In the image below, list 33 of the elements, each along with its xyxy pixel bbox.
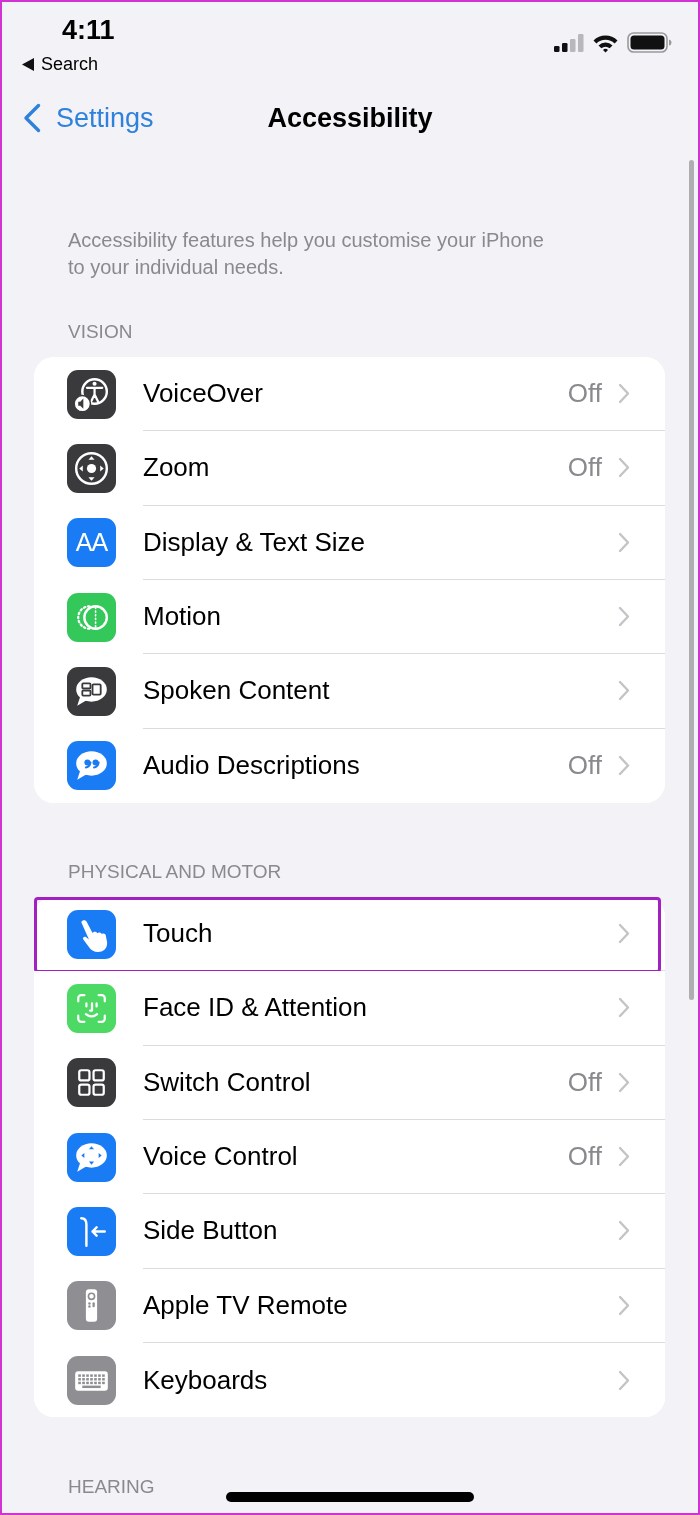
section-header: PHYSICAL AND MOTOR — [68, 859, 282, 884]
chevron-icon — [618, 1071, 630, 1093]
battery-icon — [627, 32, 672, 53]
chevron-icon — [618, 457, 630, 479]
chevron-icon — [618, 923, 630, 945]
status-value: Off — [567, 749, 602, 783]
chevron-icon — [618, 1369, 630, 1391]
status-value: Off — [567, 1065, 602, 1099]
chevron-icon — [618, 680, 630, 702]
chevron-icon — [618, 1146, 630, 1168]
status-time: 4:11 — [62, 14, 115, 46]
back-chevron-icon — [22, 103, 42, 133]
chevron-icon — [618, 383, 630, 405]
text-size-icon: AA — [67, 518, 116, 568]
status-value: Off — [567, 451, 602, 485]
back-button[interactable]: Settings — [22, 103, 154, 133]
chevron-icon — [618, 1294, 630, 1316]
settings-row[interactable]: Touch — [34, 896, 665, 972]
settings-row[interactable]: Face ID & Attention — [34, 971, 665, 1046]
chevron-icon — [618, 997, 630, 1019]
chevron-icon — [618, 755, 630, 777]
section-header: HEARING — [68, 1475, 155, 1500]
back-to-app-link[interactable]: Search — [22, 53, 99, 75]
chevron-icon — [618, 531, 630, 553]
page-title: Accessibility — [267, 104, 433, 132]
status-value: Off — [567, 377, 602, 411]
chevron-icon — [618, 606, 630, 628]
section-header: VISION — [68, 320, 133, 344]
signal-icon — [554, 33, 584, 52]
back-triangle-icon — [22, 57, 34, 71]
chevron-icon — [618, 1220, 630, 1242]
intro-text: Accessibility features help you customise your iPhone to your individual needs. — [68, 228, 544, 280]
status-value: Off — [567, 1140, 602, 1174]
